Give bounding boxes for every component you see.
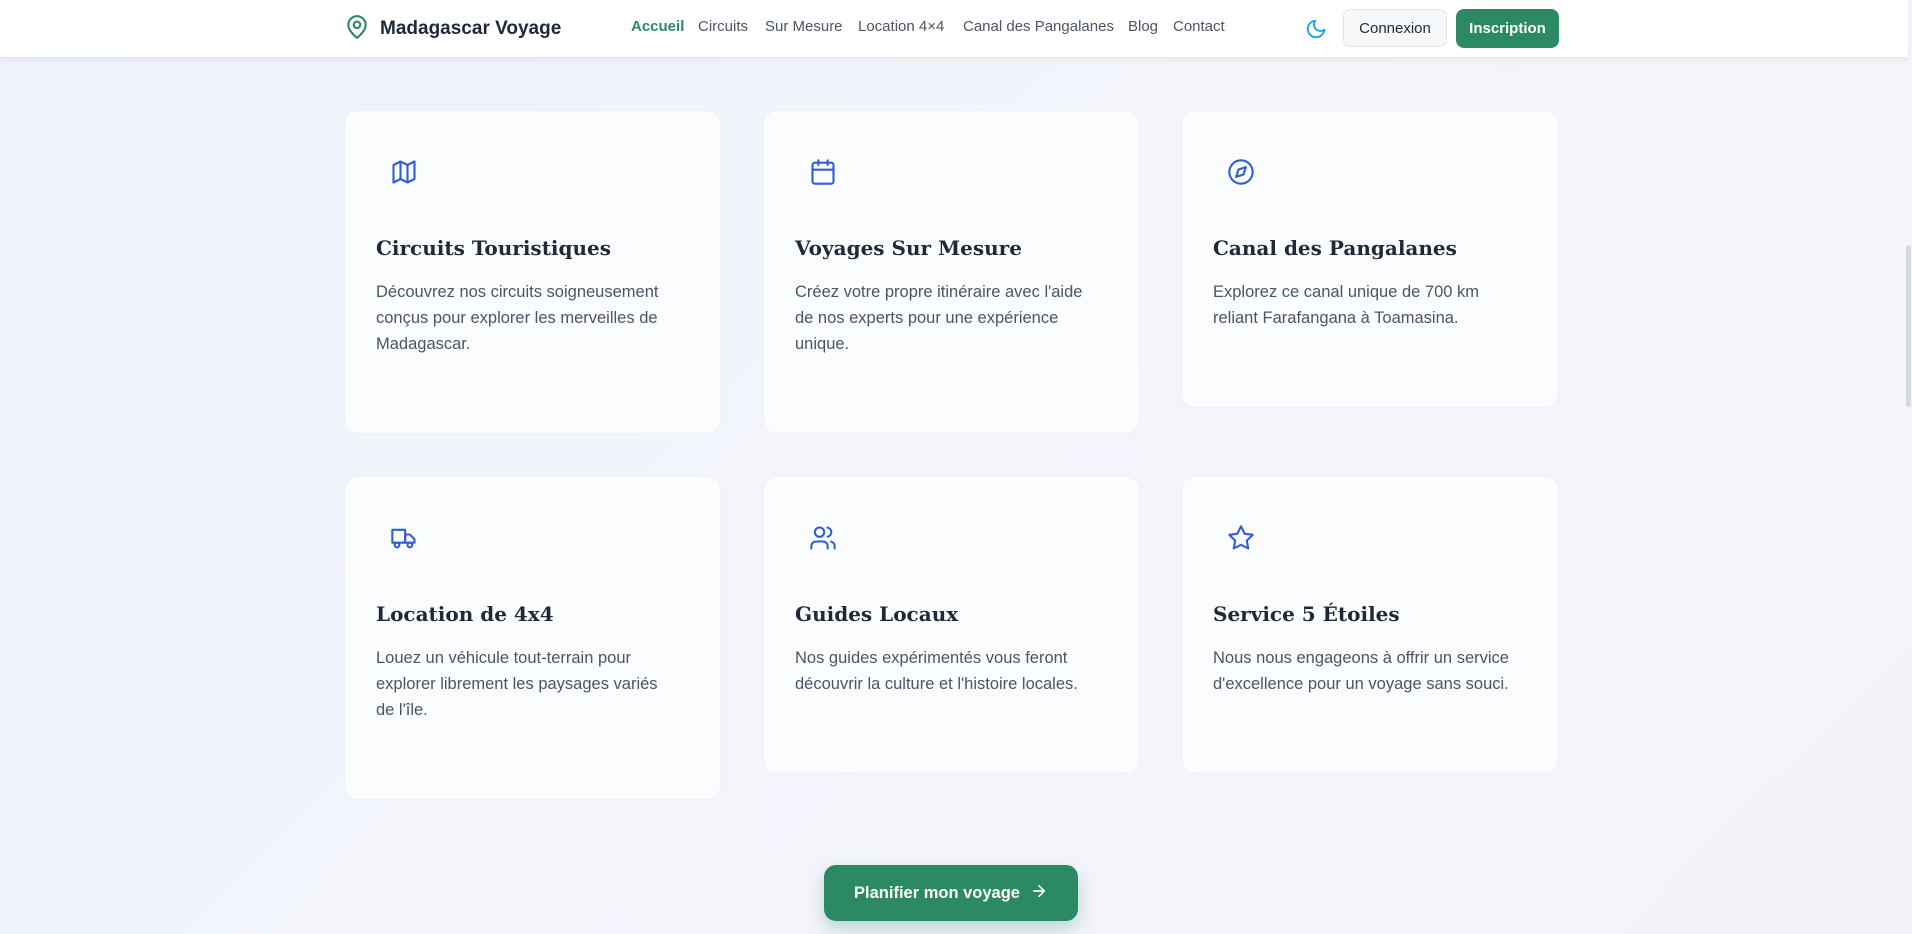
users-icon <box>809 524 837 552</box>
nav-item-contact[interactable]: Contact <box>1173 18 1225 35</box>
nav-item-blog[interactable]: Blog <box>1128 18 1158 35</box>
arrow-right-icon <box>1020 882 1048 905</box>
main-nav: Accueil Circuits Sur Mesure Location 4×4… <box>0 18 1908 40</box>
nav-item-canal-des-pangalanes[interactable]: Canal des Pangalanes <box>963 18 1114 35</box>
star-icon <box>1227 524 1255 552</box>
nav-item-circuits[interactable]: Circuits <box>698 18 748 35</box>
feature-description: Créez votre propre itinéraire avec l'aid… <box>795 283 1083 353</box>
feature-card-sur-mesure[interactable]: Voyages Sur Mesure Créez votre propre it… <box>763 110 1140 434</box>
feature-title: Location de 4x4 <box>376 602 554 626</box>
feature-description: Découvrez nos circuits soigneusement con… <box>376 283 659 353</box>
signup-button[interactable]: Inscription <box>1456 9 1559 48</box>
nav-item-location-4x4[interactable]: Location 4×4 <box>858 18 944 35</box>
feature-title: Service 5 Étoiles <box>1213 602 1400 626</box>
feature-description: Louez un véhicule tout-terrain pour expl… <box>376 649 658 719</box>
plan-trip-button[interactable]: Planifier mon voyage <box>824 865 1078 921</box>
feature-title: Guides Locaux <box>795 602 959 626</box>
feature-description: Explorez ce canal unique de 700 km relia… <box>1213 283 1479 327</box>
feature-title: Circuits Touristiques <box>376 236 612 260</box>
feature-description: Nous nous engageons à offrir un service … <box>1213 649 1509 693</box>
feature-card-location-4x4[interactable]: Location de 4x4 Louez un véhicule tout-t… <box>344 476 721 800</box>
nav-item-sur-mesure[interactable]: Sur Mesure <box>765 18 843 35</box>
dark-mode-toggle-moon-icon[interactable] <box>1305 18 1327 40</box>
feature-description: Nos guides expérimentés vous feront déco… <box>795 649 1078 693</box>
plan-trip-label: Planifier mon voyage <box>854 883 1020 902</box>
scrollbar-thumb[interactable] <box>1906 245 1911 407</box>
truck-icon <box>390 524 418 552</box>
feature-card-circuits[interactable]: Circuits Touristiques Découvrez nos circ… <box>344 110 721 434</box>
top-navbar: Madagascar Voyage Accueil Circuits Sur M… <box>0 0 1908 58</box>
feature-title: Voyages Sur Mesure <box>795 236 1022 260</box>
map-icon <box>390 158 418 186</box>
nav-item-accueil[interactable]: Accueil <box>631 18 684 35</box>
feature-title: Canal des Pangalanes <box>1213 236 1457 260</box>
calendar-icon <box>809 158 837 186</box>
feature-card-guides[interactable]: Guides Locaux Nos guides expérimentés vo… <box>763 476 1140 774</box>
feature-card-pangalanes[interactable]: Canal des Pangalanes Explorez ce canal u… <box>1181 110 1559 408</box>
feature-card-service[interactable]: Service 5 Étoiles Nous nous engageons à … <box>1181 476 1559 774</box>
compass-icon <box>1227 158 1255 186</box>
login-button[interactable]: Connexion <box>1343 9 1447 47</box>
